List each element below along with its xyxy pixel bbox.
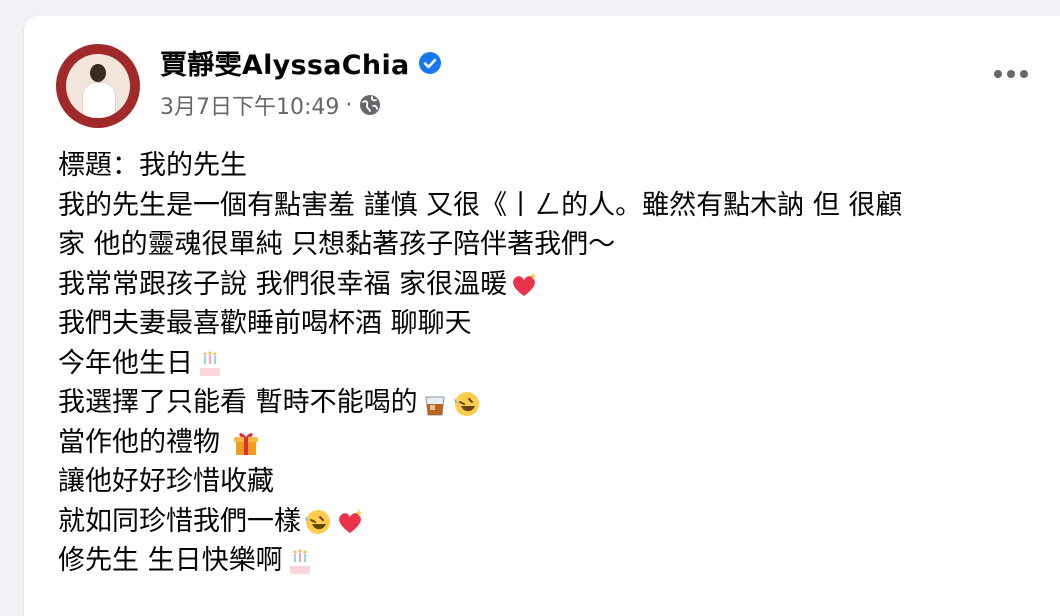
- post-line: 修先生 生日快樂啊: [58, 541, 1060, 581]
- post-line: 家 他的靈魂很單純 只想黏著孩子陪伴著我們～: [58, 229, 616, 260]
- sparkling-heart-icon: [513, 272, 538, 296]
- more-options-icon[interactable]: [994, 70, 1028, 78]
- author-name[interactable]: 賈靜雯AlyssaChia: [160, 43, 410, 82]
- post-card: 賈靜雯AlyssaChia 3月7日下午10:49 · 標題：我的先生 我的先生…: [24, 16, 1060, 616]
- sparkling-heart-icon: [339, 509, 363, 533]
- avatar-photo: [66, 54, 130, 118]
- whisky-glass-icon: [425, 396, 445, 415]
- post-line: 讓他好好珍惜收藏: [58, 466, 274, 497]
- author-name-row: 賈靜雯AlyssaChia: [160, 43, 442, 82]
- post-line: 我的先生是一個有點害羞 謹慎 又很《丨ㄥ的人。雖然有點木訥 但 很顧: [58, 189, 903, 221]
- post-line: 就如同珍惜我們一樣: [58, 502, 1060, 542]
- rofl-face-icon: [305, 510, 330, 534]
- post-line: 今年他生日: [58, 344, 1060, 384]
- globe-icon[interactable]: [358, 93, 382, 117]
- post-line: 標題：我的先生: [58, 150, 247, 181]
- post-line: 我們夫妻最喜歡睡前喝杯酒 聊聊天: [58, 308, 472, 339]
- meta-separator: ·: [345, 92, 353, 118]
- birthday-cake-icon: [200, 351, 220, 376]
- verified-badge-icon: [418, 51, 441, 74]
- post-meta: 3月7日下午10:49 ·: [160, 89, 382, 121]
- birthday-cake-icon: [289, 549, 310, 574]
- rofl-face-icon: [454, 391, 479, 416]
- author-avatar[interactable]: [56, 44, 140, 128]
- post-timestamp[interactable]: 3月7日下午10:49: [160, 89, 339, 121]
- post-body: 標題：我的先生 我的先生是一個有點害羞 謹慎 又很《丨ㄥ的人。雖然有點木訥 但 …: [58, 146, 1060, 581]
- gift-icon: [233, 433, 258, 455]
- post-line: 當作他的禮物: [58, 423, 1060, 463]
- post-line: 我選擇了只能看 暫時不能喝的: [58, 383, 1060, 423]
- post-line: 我常常跟孩子說 我們很幸福 家很溫暖: [58, 265, 1060, 305]
